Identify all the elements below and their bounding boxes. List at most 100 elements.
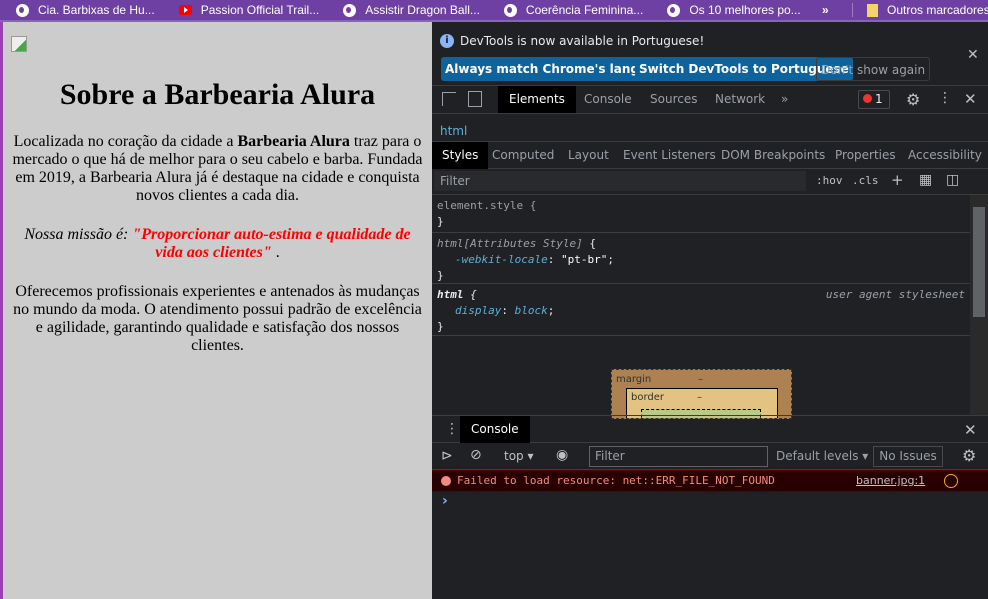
close-drawer-icon[interactable]: ✕ xyxy=(964,421,977,439)
property-name: -webkit-locale xyxy=(455,253,548,266)
add-rule-icon[interactable]: + xyxy=(891,171,904,189)
close-devtools-icon[interactable]: ✕ xyxy=(964,90,977,108)
brace: } xyxy=(437,269,444,282)
subtab-computed[interactable]: Computed xyxy=(482,142,564,169)
selector: html xyxy=(437,288,464,301)
styles-scrollbar[interactable] xyxy=(970,195,988,415)
levels-value: Default levels xyxy=(776,449,859,463)
bookmark-label: Cia. Barbixas de Hu... xyxy=(38,3,155,17)
style-rule-attributes[interactable]: html[Attributes Style] {-webkit-locale: … xyxy=(432,233,970,284)
mission-label: Nossa missão é: xyxy=(24,226,133,243)
gear-icon[interactable]: ⚙ xyxy=(906,90,920,109)
broken-image-icon xyxy=(11,36,27,52)
bold-text: Barbearia Alura xyxy=(237,133,350,150)
bookmark-label: Assistir Dragon Ball... xyxy=(365,3,480,17)
page-title: Sobre a Barbearia Alura xyxy=(59,78,376,111)
drawer-header: ⋮ Console ✕ xyxy=(432,415,988,443)
style-rule-element[interactable]: element.style {} xyxy=(432,195,970,233)
brace: } xyxy=(437,215,444,228)
log-levels-select[interactable]: Default levels ▾ xyxy=(776,449,868,463)
style-rule-html[interactable]: html {user agent stylesheet display: bloc… xyxy=(432,284,970,336)
clear-console-icon[interactable]: ⊘ xyxy=(470,447,482,463)
selector: html[Attributes Style] xyxy=(437,237,583,250)
mission-paragraph: Nossa missão é: "Proporcionar auto-estim… xyxy=(11,226,424,262)
tab-network[interactable]: Network xyxy=(704,86,776,113)
drawer-tab-console[interactable]: Console xyxy=(460,416,530,443)
device-toolbar-icon[interactable] xyxy=(468,91,482,107)
services-paragraph: Oferecemos profissionais experientes e a… xyxy=(13,283,422,354)
tab-console[interactable]: Console xyxy=(573,86,643,113)
box-model-margin: margin – border – xyxy=(611,369,792,419)
bookmark-item[interactable]: Os 10 melhores po... xyxy=(667,3,801,17)
eye-icon[interactable]: ◉ xyxy=(556,447,568,463)
tab-sources[interactable]: Sources xyxy=(639,86,708,113)
subtab-layout[interactable]: Layout xyxy=(558,142,619,169)
property-value: block xyxy=(514,304,548,317)
hov-button[interactable]: :hov xyxy=(816,174,843,187)
cls-button[interactable]: .cls xyxy=(852,174,879,187)
tab-elements[interactable]: Elements xyxy=(498,86,576,113)
other-bookmarks[interactable]: Outros marcadores xyxy=(852,3,988,17)
breadcrumb-html[interactable]: html xyxy=(440,124,467,138)
bookmark-item[interactable]: Cia. Barbixas de Hu... xyxy=(16,3,155,17)
error-icon xyxy=(863,94,872,103)
error-count: 1 xyxy=(875,92,883,106)
text: Localizada no coração da cidade a xyxy=(13,133,238,150)
console-settings-icon[interactable]: ⚙ xyxy=(962,446,976,465)
globe-icon xyxy=(503,3,517,17)
info-icon: i xyxy=(440,34,454,48)
scrollbar-thumb[interactable] xyxy=(973,207,985,317)
web-page: Sobre a Barbearia Alura Localizada no co… xyxy=(0,22,432,599)
subtab-properties[interactable]: Properties xyxy=(825,142,906,169)
bookmark-item[interactable]: Passion Official Trail... xyxy=(178,3,320,17)
styles-filter-bar: Filter :hov .cls + ▦ ◫ xyxy=(432,169,988,195)
property-name: display xyxy=(455,304,502,317)
styles-subtabs: Styles Computed Layout Event Listeners DOM B… xyxy=(432,142,988,169)
brace: } xyxy=(437,320,444,333)
inspect-icon[interactable] xyxy=(442,92,456,106)
issues-button[interactable]: No Issues xyxy=(873,446,943,467)
more-bookmarks-button[interactable]: » xyxy=(822,3,829,17)
drawer-menu-icon[interactable]: ⋮ xyxy=(445,421,459,437)
bookmark-label: Os 10 melhores po... xyxy=(689,3,801,17)
border-label: border xyxy=(631,392,665,403)
language-infobar: i DevTools is now available in Portuguese… xyxy=(432,22,988,86)
other-bookmarks-label: Outros marcadores xyxy=(887,3,988,17)
context-value: top xyxy=(504,449,524,463)
paint-icon[interactable]: ▦ xyxy=(919,172,932,188)
bookmark-item[interactable]: Coerência Feminina... xyxy=(503,3,644,17)
breadcrumb: html xyxy=(432,120,988,142)
sidebar-icon[interactable]: ⊳ xyxy=(441,448,453,464)
dont-show-again-button[interactable]: Don't show again xyxy=(816,57,931,81)
bookmark-label: Passion Official Trail... xyxy=(200,3,320,17)
sidebar-toggle-icon[interactable]: ◫ xyxy=(946,172,959,188)
youtube-icon xyxy=(178,5,192,15)
context-select[interactable]: top ▾ xyxy=(504,449,534,463)
margin-label: margin xyxy=(616,374,652,385)
console-error-message: Failed to load resource: net::ERR_FILE_N… xyxy=(432,470,988,492)
error-count-badge[interactable]: 1 xyxy=(858,90,890,109)
devtools-toolbar: Elements Console Sources Network » 1 ⚙ ⋮… xyxy=(432,86,988,114)
bookmark-item[interactable]: Assistir Dragon Ball... xyxy=(343,3,480,17)
subtab-event-listeners[interactable]: Event Listeners xyxy=(613,142,726,169)
kebab-menu-icon[interactable]: ⋮ xyxy=(938,90,952,106)
rule-source: user agent stylesheet xyxy=(825,288,965,301)
margin-value: – xyxy=(698,374,703,385)
subtab-accessibility[interactable]: Accessibility xyxy=(898,142,988,169)
globe-icon xyxy=(343,3,357,17)
bookmark-label: Coerência Feminina... xyxy=(525,3,644,17)
subtab-dom-breakpoints[interactable]: DOM Breakpoints xyxy=(711,142,835,169)
error-source-link[interactable]: banner.jpg:1 xyxy=(856,474,925,487)
console-filter-input[interactable]: Filter xyxy=(589,446,768,467)
close-icon[interactable]: ✕ xyxy=(967,47,979,63)
styles-filter-input[interactable]: Filter xyxy=(434,171,806,191)
subtab-styles[interactable]: Styles xyxy=(432,142,489,169)
network-request-icon[interactable] xyxy=(944,474,958,488)
more-tabs-button[interactable]: » xyxy=(770,86,799,113)
text: . xyxy=(271,244,280,261)
infobar-text: DevTools is now available in Portuguese! xyxy=(460,34,705,48)
console-toolbar: ⊳ ⊘ top ▾ ◉ Filter Default levels ▾ No I… xyxy=(432,443,988,470)
console-prompt[interactable]: › xyxy=(442,493,448,509)
border-value: – xyxy=(697,392,702,403)
error-text: Failed to load resource: net::ERR_FILE_N… xyxy=(457,474,775,487)
